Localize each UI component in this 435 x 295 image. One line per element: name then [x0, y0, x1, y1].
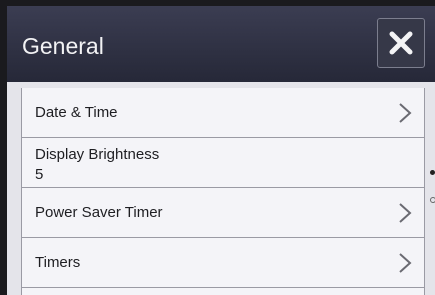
chevron-right-icon	[399, 103, 412, 123]
list-item-label: Timers	[35, 254, 81, 271]
list-item-label: Power Saver Timer	[35, 204, 163, 221]
close-icon	[389, 31, 413, 55]
list-item-display-brightness[interactable]: Display Brightness 5	[22, 138, 424, 188]
list-item-label: Date & Time	[35, 104, 118, 121]
page-title: General	[22, 33, 104, 59]
close-button[interactable]	[377, 18, 425, 68]
scroll-indicator-active	[430, 170, 435, 175]
header-bar: General	[7, 6, 435, 82]
list-item-power-saver-timer[interactable]: Power Saver Timer	[22, 188, 424, 238]
screen: General Date & Time Display Brightness 5…	[7, 6, 435, 295]
list-item-date-time[interactable]: Date & Time	[22, 88, 424, 138]
settings-list: Date & Time Display Brightness 5 Power S…	[21, 88, 425, 295]
chevron-right-icon	[399, 203, 412, 223]
list-item-label: Display Brightness	[35, 146, 160, 163]
list-item-timers[interactable]: Timers	[22, 238, 424, 288]
list-item-value: 5	[35, 166, 44, 183]
scroll-indicator	[430, 197, 435, 203]
chevron-right-icon	[399, 253, 412, 273]
